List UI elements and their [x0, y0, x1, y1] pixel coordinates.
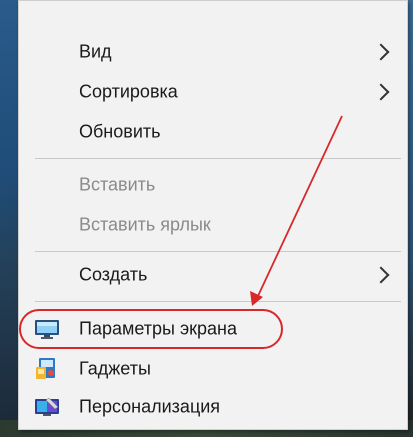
- menu-separator: [35, 158, 401, 159]
- annotation-highlight-oval: [19, 309, 283, 349]
- menu-item-personalization[interactable]: Персонализация: [19, 389, 407, 425]
- menu-separator: [35, 251, 401, 252]
- chevron-right-icon: [372, 83, 390, 101]
- menu-item-label: Вид: [79, 41, 112, 62]
- menu-item-label: Вставить: [79, 174, 156, 195]
- menu-item-sort[interactable]: Сортировка: [19, 74, 407, 110]
- desktop-background-left: [0, 0, 20, 437]
- menu-item-label: Вставить ярлык: [79, 214, 211, 235]
- personalization-icon: [33, 395, 61, 419]
- chevron-right-icon: [372, 43, 390, 61]
- menu-item-view[interactable]: Вид: [19, 34, 407, 70]
- menu-item-label: Гаджеты: [79, 358, 151, 379]
- desktop-context-menu: Вид Сортировка Обновить Вставить Вставит…: [18, 0, 408, 430]
- menu-item-label: Создать: [79, 264, 148, 285]
- menu-item-paste: Вставить: [19, 167, 407, 203]
- menu-item-new[interactable]: Создать: [19, 257, 407, 293]
- menu-item-paste-shortcut: Вставить ярлык: [19, 207, 407, 243]
- menu-separator: [35, 301, 401, 302]
- menu-item-gadgets[interactable]: Гаджеты: [19, 351, 407, 387]
- chevron-right-icon: [372, 266, 390, 284]
- menu-item-label: Обновить: [79, 121, 161, 142]
- gadgets-icon: [33, 357, 61, 381]
- menu-item-label: Персонализация: [79, 396, 221, 417]
- menu-item-label: Сортировка: [79, 81, 178, 102]
- menu-item-refresh[interactable]: Обновить: [19, 114, 407, 150]
